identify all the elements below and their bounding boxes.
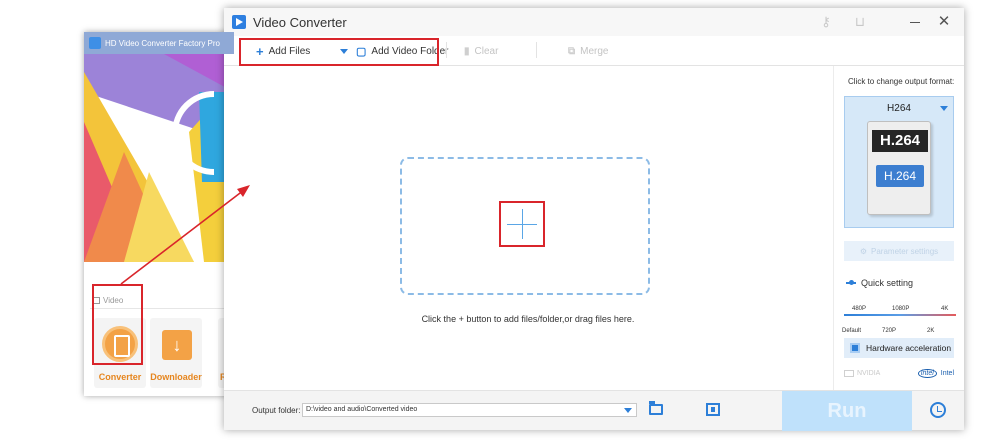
merge-icon: ⧉ [568, 45, 576, 57]
window-title: Video Converter [253, 14, 347, 30]
quick-setting-header: Quick setting [846, 278, 913, 288]
screenshot-stage: HD Video Converter Factory Pro Video Con… [0, 0, 1000, 440]
video-converter-window: Video Converter ⚷ ⊔ ✕ + Add Files ▢ Add … [224, 8, 964, 431]
toolbar-divider [536, 42, 537, 58]
toolbar-divider [446, 42, 447, 58]
trash-icon: ▮ [464, 45, 470, 57]
close-button[interactable]: ✕ [936, 14, 952, 30]
key-icon[interactable]: ⚷ [818, 14, 834, 30]
format-hint: Click to change output format: [848, 77, 955, 86]
add-plus-button[interactable] [499, 201, 545, 247]
alarm-clock-icon[interactable] [930, 402, 946, 418]
hardware-acceleration-toggle[interactable]: Hardware acceleration [844, 338, 954, 358]
quality-2k[interactable]: 2K [927, 328, 934, 334]
gpu-vendor-row: NVIDIA intel Intel [844, 364, 954, 382]
output-folder-label: Output folder: [252, 406, 301, 415]
merge-button[interactable]: ⧉ Merge [568, 42, 609, 60]
format-dropdown-icon[interactable] [940, 106, 948, 111]
settings-icon: ⚙ [859, 246, 868, 256]
intel-option[interactable]: intel Intel [917, 368, 954, 378]
converter-tile-label: Converter [98, 372, 142, 382]
drop-zone[interactable] [400, 157, 650, 295]
nvidia-option[interactable]: NVIDIA [844, 369, 881, 377]
h264-format-icon: H.264 H.264 [867, 121, 931, 215]
format-badge-top: H.264 [872, 130, 928, 152]
nvidia-label: NVIDIA [857, 369, 881, 377]
parameter-settings-button[interactable]: ⚙ Parameter settings [844, 241, 954, 261]
bottom-bar: Output folder: D:\video and audio\Conver… [224, 390, 964, 431]
downloader-tile-label: Downloader [150, 372, 202, 382]
converter-highlight-box [92, 284, 143, 365]
clear-label: Clear [474, 45, 499, 57]
format-badge-bottom: H.264 [876, 165, 924, 187]
minimize-button[interactable] [908, 14, 922, 30]
cart-icon[interactable]: ⊔ [852, 14, 868, 30]
slider-icon [846, 280, 856, 285]
drop-hint: Click the + button to add files/folder,o… [421, 314, 635, 324]
hardware-acceleration-label: Hardware acceleration [866, 343, 952, 353]
toolbar-highlight-box [239, 38, 439, 66]
home-title-bar: HD Video Converter Factory Pro [84, 32, 234, 54]
output-preview-icon[interactable] [706, 403, 720, 416]
intel-label: Intel [940, 369, 954, 377]
file-list-area: Click the + button to add files/folder,o… [224, 66, 832, 390]
chip-icon [850, 343, 860, 353]
run-button[interactable]: Run [782, 391, 912, 431]
app-logo-icon [232, 15, 246, 29]
output-format-panel: Click to change output format: H264 H.26… [833, 66, 964, 390]
quality-480p[interactable]: 480P [852, 306, 866, 312]
output-folder-input[interactable]: D:\video and audio\Converted video [302, 403, 637, 417]
download-icon: ↓ [162, 330, 192, 360]
merge-label: Merge [580, 45, 609, 57]
quality-default[interactable]: Default [842, 328, 861, 334]
home-banner-art [84, 32, 234, 262]
clear-button[interactable]: ▮ Clear [464, 42, 498, 60]
nvidia-icon [844, 369, 854, 377]
quality-slider[interactable] [844, 314, 956, 316]
home-title: HD Video Converter Factory Pro [105, 38, 221, 48]
quality-4k[interactable]: 4K [941, 306, 948, 312]
parameter-settings-label: Parameter settings [871, 246, 939, 256]
downloader-tile[interactable]: ↓ Downloader [150, 318, 202, 388]
intel-logo-icon: intel [917, 368, 937, 378]
output-folder-dropdown-icon[interactable] [624, 408, 632, 413]
open-folder-icon[interactable] [649, 401, 663, 415]
format-selector[interactable]: H264 H.264 H.264 [844, 96, 954, 228]
app-logo-icon [89, 37, 101, 49]
format-name: H264 [887, 103, 911, 114]
quality-1080p[interactable]: 1080P [892, 306, 909, 312]
quality-720p[interactable]: 720P [882, 328, 896, 334]
quick-setting-label: Quick setting [861, 278, 914, 288]
